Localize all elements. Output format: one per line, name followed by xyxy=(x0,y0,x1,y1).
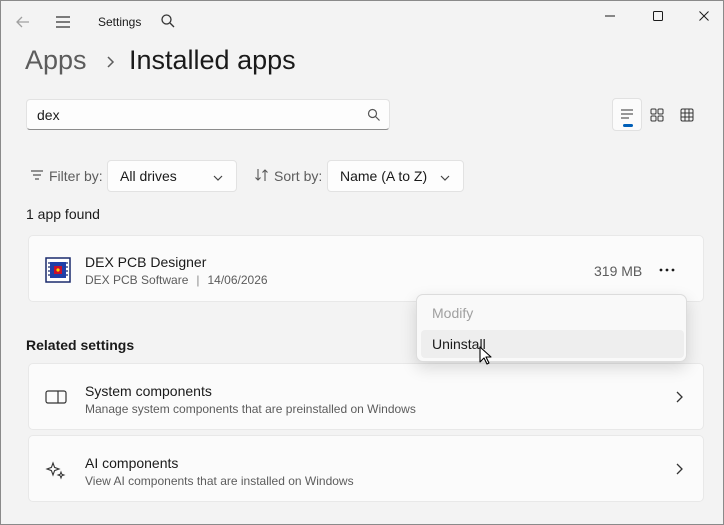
page-title: Installed apps xyxy=(129,45,296,75)
table-view-button[interactable] xyxy=(672,98,702,131)
result-count: 1 app found xyxy=(26,206,100,222)
app-meta: DEX PCB Software | 14/06/2026 xyxy=(85,273,268,287)
filter-label: Filter by: xyxy=(49,168,103,184)
sort-dropdown[interactable]: Name (A to Z) xyxy=(327,160,464,192)
system-components-card[interactable]: System components Manage system componen… xyxy=(28,363,704,430)
ai-components-title: AI components xyxy=(85,455,179,471)
ai-components-card[interactable]: AI components View AI components that ar… xyxy=(28,435,704,502)
minimize-icon xyxy=(605,15,615,17)
title-bar: Settings xyxy=(1,1,723,41)
grid-view-icon xyxy=(650,108,664,121)
app-search-box[interactable] xyxy=(26,99,390,130)
hamburger-menu-icon[interactable] xyxy=(53,12,73,32)
back-arrow-icon[interactable] xyxy=(13,12,33,32)
minimize-button[interactable] xyxy=(587,1,633,31)
search-icon[interactable] xyxy=(160,13,176,29)
related-settings-heading: Related settings xyxy=(26,337,135,353)
search-icon xyxy=(367,108,381,122)
search-input[interactable] xyxy=(37,106,357,124)
more-options-icon xyxy=(659,268,675,272)
drives-dropdown[interactable]: All drives xyxy=(107,160,237,192)
breadcrumb-apps[interactable]: Apps xyxy=(25,45,87,76)
filter-icon xyxy=(30,168,44,182)
mouse-cursor-icon xyxy=(479,346,493,366)
menu-item-modify[interactable]: Modify xyxy=(421,299,684,327)
table-view-icon xyxy=(680,108,694,121)
sort-label: Sort by: xyxy=(274,168,323,184)
meta-divider: | xyxy=(196,273,200,287)
drives-dropdown-value: All drives xyxy=(120,168,177,184)
sort-dropdown-value: Name (A to Z) xyxy=(340,168,428,184)
list-view-button[interactable] xyxy=(612,98,642,131)
settings-window: Settings Apps Installed apps dex Filter … xyxy=(0,0,724,525)
sparkle-icon xyxy=(45,460,67,480)
sort-icon xyxy=(254,167,270,183)
pcb-designer-app-icon xyxy=(45,257,71,283)
chevron-right-icon xyxy=(673,462,685,476)
chevron-down-icon xyxy=(212,171,224,183)
system-components-title: System components xyxy=(85,383,212,399)
chevron-right-icon xyxy=(673,390,685,404)
view-toggle xyxy=(612,98,704,131)
chevron-right-icon xyxy=(104,53,118,71)
close-icon xyxy=(699,11,709,21)
app-name: DEX PCB Designer xyxy=(85,254,207,270)
system-components-icon xyxy=(45,388,67,406)
app-list-item: DEX PCB Designer DEX PCB Software | 14/0… xyxy=(28,235,704,302)
system-components-description: Manage system components that are preins… xyxy=(85,402,416,416)
maximize-button[interactable] xyxy=(635,1,681,31)
window-title: Settings xyxy=(98,15,142,29)
app-size: 319 MB xyxy=(594,263,643,279)
more-options-button[interactable] xyxy=(651,258,683,282)
app-publisher: DEX PCB Software xyxy=(85,273,189,287)
maximize-icon xyxy=(653,11,663,21)
menu-item-uninstall[interactable]: Uninstall xyxy=(421,330,684,358)
chevron-down-icon xyxy=(439,171,451,183)
app-context-menu: Modify Uninstall xyxy=(416,294,687,362)
app-install-date: 14/06/2026 xyxy=(207,273,268,287)
ai-components-description: View AI components that are installed on… xyxy=(85,474,354,488)
grid-view-button[interactable] xyxy=(642,98,672,131)
list-view-icon xyxy=(621,108,633,119)
close-button[interactable] xyxy=(681,1,724,31)
